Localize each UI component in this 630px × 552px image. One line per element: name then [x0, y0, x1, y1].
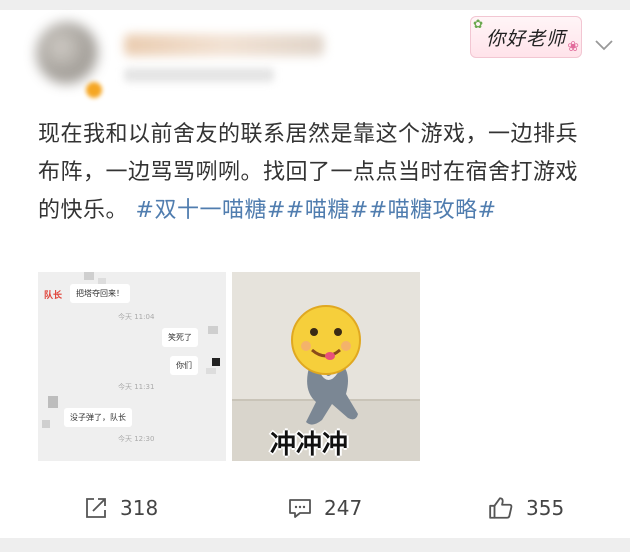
post-body: 现在我和以前舍友的联系居然是靠这个游戏，一边排兵布阵，一边骂骂咧咧。找回了一点点… — [38, 116, 598, 230]
chat-bubble: 没子弹了，队长 — [64, 408, 132, 427]
comment-count: 247 — [324, 496, 363, 520]
pixel-block — [206, 368, 216, 374]
chat-time: 今天 11:31 — [118, 383, 155, 391]
pixel-block — [208, 326, 218, 334]
chat-time: 今天 12:30 — [118, 435, 155, 443]
like-button[interactable]: 355 — [488, 486, 564, 530]
verified-badge-icon — [86, 82, 102, 98]
thumbs-up-icon — [489, 497, 513, 519]
action-bar: 318 247 355 — [0, 486, 630, 530]
sticker-text: 你好老师 — [485, 27, 566, 50]
post-image-chat[interactable]: 队长 把塔夺回来！ 今天 11:04 笑死了 你们 今天 11:31 没子弹了，… — [38, 272, 226, 461]
meme-caption: 冲冲冲 — [270, 430, 349, 460]
chat-bubble: 你们 — [170, 356, 198, 375]
feed-separator-bottom — [0, 538, 630, 552]
post-meta-blurred — [124, 68, 274, 82]
comment-icon — [289, 499, 311, 518]
pixel-block — [42, 420, 50, 428]
chat-bubble: 笑死了 — [162, 328, 198, 347]
share-icon — [86, 498, 106, 518]
chat-time: 今天 11:04 — [118, 313, 155, 321]
pixel-block — [212, 358, 220, 366]
username-blurred[interactable] — [124, 34, 324, 56]
chevron-down-icon[interactable] — [594, 38, 614, 52]
pixel-block — [48, 396, 58, 408]
post-image-meme[interactable]: 冲冲冲 — [232, 272, 420, 461]
repost-count: 318 — [120, 496, 159, 520]
comment-button[interactable]: 247 — [288, 486, 362, 530]
pixel-block — [84, 272, 94, 280]
teacher-sticker: ✿ 你好老师 ❀ — [470, 16, 582, 58]
like-count: 355 — [526, 496, 565, 520]
feed-separator-top — [0, 0, 630, 10]
chat-bubble: 把塔夺回来！ — [70, 284, 130, 303]
repost-button[interactable]: 318 — [84, 486, 158, 530]
avatar[interactable] — [36, 22, 98, 84]
chat-leader-label: 队长 — [44, 291, 63, 301]
flower-icon: ❀ — [567, 39, 579, 55]
hashtag-links[interactable]: #双十一喵糖##喵糖##喵糖攻略# — [136, 198, 497, 223]
sprout-icon: ✿ — [473, 17, 484, 31]
